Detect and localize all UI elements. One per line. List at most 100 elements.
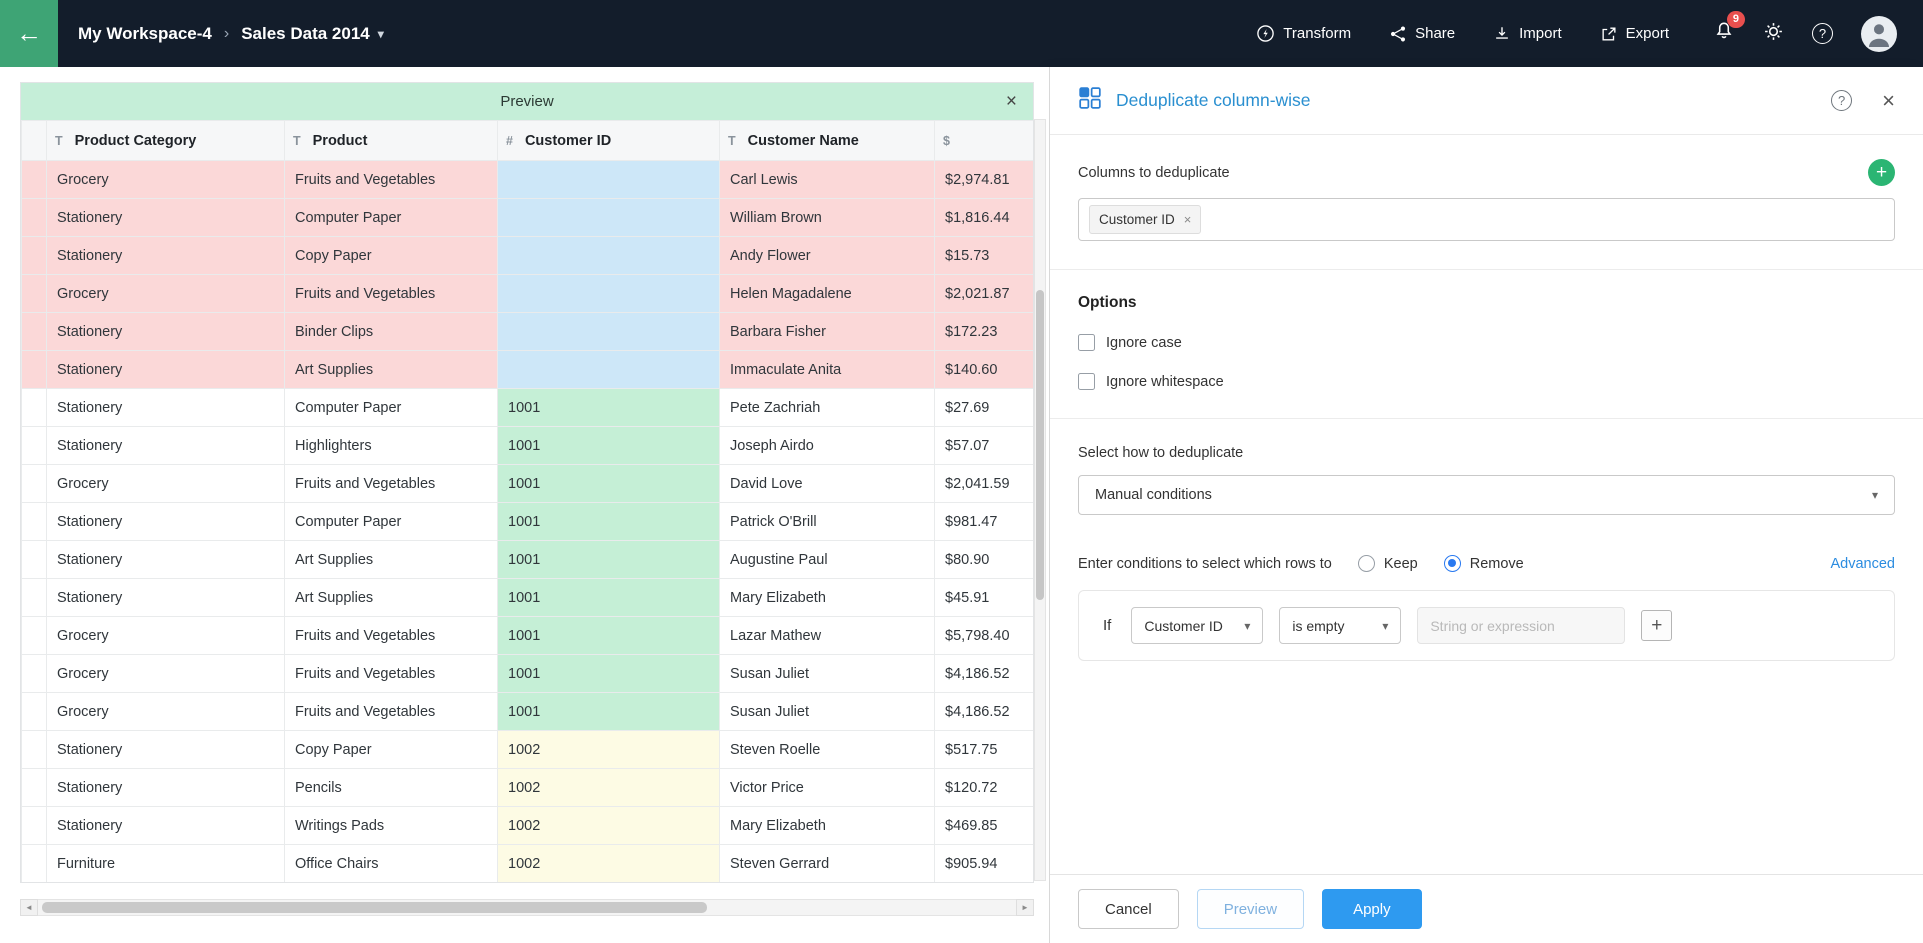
panel-close-button[interactable]: × bbox=[1882, 90, 1895, 112]
cell-amount: $140.60 bbox=[935, 351, 1034, 389]
row-handle bbox=[22, 465, 47, 503]
workspace-name[interactable]: My Workspace-4 bbox=[78, 24, 212, 44]
preview-table-body: GroceryFruits and VegetablesCarl Lewis$2… bbox=[22, 161, 1034, 883]
table-row: GroceryFruits and Vegetables1001Susan Ju… bbox=[22, 655, 1034, 693]
topbar: ← My Workspace-4 › Sales Data 2014 ▾ Tra… bbox=[0, 0, 1923, 67]
export-button[interactable]: Export bbox=[1600, 25, 1669, 43]
vertical-scrollbar[interactable] bbox=[1034, 119, 1046, 881]
column-header-customer-name[interactable]: T Customer Name bbox=[720, 121, 935, 161]
ignore-whitespace-checkbox[interactable]: Ignore whitespace bbox=[1078, 373, 1224, 390]
cell-product: Copy Paper bbox=[285, 731, 498, 769]
back-arrow-icon: ← bbox=[16, 18, 42, 49]
columns-chip-input[interactable]: Customer ID × bbox=[1078, 198, 1895, 241]
condition-operator-select[interactable]: is empty ▾ bbox=[1279, 607, 1401, 644]
keep-radio[interactable]: Keep bbox=[1358, 555, 1418, 572]
cell-product: Office Chairs bbox=[285, 845, 498, 883]
preview-table: TProduct Category TProduct #Customer ID … bbox=[21, 120, 1033, 882]
cell-product-category: Stationery bbox=[47, 731, 285, 769]
radio-icon bbox=[1358, 555, 1375, 572]
row-handle bbox=[22, 541, 47, 579]
add-condition-button[interactable]: + bbox=[1641, 610, 1672, 641]
cell-product-category: Stationery bbox=[47, 351, 285, 389]
condition-value-input[interactable] bbox=[1417, 607, 1625, 644]
cell-customer-id: 1002 bbox=[498, 845, 720, 883]
avatar[interactable] bbox=[1861, 16, 1897, 52]
cell-customer-id: 1002 bbox=[498, 769, 720, 807]
cell-amount: $120.72 bbox=[935, 769, 1034, 807]
horizontal-scroll-track[interactable] bbox=[38, 899, 1016, 916]
column-header-customer-id[interactable]: #Customer ID bbox=[498, 121, 720, 161]
table-row: StationeryArt Supplies1001Augustine Paul… bbox=[22, 541, 1034, 579]
cell-customer-name: Steven Roelle bbox=[720, 731, 935, 769]
cell-product: Art Supplies bbox=[285, 579, 498, 617]
row-handle bbox=[22, 503, 47, 541]
notifications-button[interactable]: 9 bbox=[1713, 20, 1735, 47]
cell-customer-id: 1001 bbox=[498, 503, 720, 541]
cell-customer-name: Augustine Paul bbox=[720, 541, 935, 579]
dataset-name[interactable]: Sales Data 2014 ▾ bbox=[241, 24, 384, 44]
add-column-button[interactable]: + bbox=[1868, 159, 1895, 186]
table-row: StationeryComputer Paper1001Patrick O'Br… bbox=[22, 503, 1034, 541]
preview-close-button[interactable]: × bbox=[1006, 83, 1017, 120]
cell-amount: $1,816.44 bbox=[935, 199, 1034, 237]
cell-customer-name: Pete Zachriah bbox=[720, 389, 935, 427]
chevron-down-icon: ▾ bbox=[1382, 619, 1388, 633]
text-type-icon: T bbox=[728, 134, 736, 148]
column-label: Customer Name bbox=[748, 133, 859, 149]
cell-customer-name: Carl Lewis bbox=[720, 161, 935, 199]
cell-product-category: Stationery bbox=[47, 541, 285, 579]
cell-customer-id: 1002 bbox=[498, 807, 720, 845]
chevron-down-icon: ▾ bbox=[1244, 619, 1250, 633]
panel-header-actions: ? × bbox=[1831, 90, 1895, 112]
condition-column-select[interactable]: Customer ID ▾ bbox=[1131, 607, 1263, 644]
cancel-button[interactable]: Cancel bbox=[1078, 889, 1179, 929]
panel-help-button[interactable]: ? bbox=[1831, 90, 1852, 111]
scroll-left-arrow[interactable]: ◄ bbox=[20, 899, 38, 916]
share-button[interactable]: Share bbox=[1389, 25, 1455, 43]
cell-customer-id: 1001 bbox=[498, 427, 720, 465]
advanced-link[interactable]: Advanced bbox=[1831, 556, 1896, 572]
cell-product: Art Supplies bbox=[285, 541, 498, 579]
cell-amount: $15.73 bbox=[935, 237, 1034, 275]
chip-label: Customer ID bbox=[1099, 212, 1175, 227]
export-icon bbox=[1600, 25, 1618, 43]
settings-button[interactable] bbox=[1763, 21, 1784, 47]
cell-product-category: Stationery bbox=[47, 427, 285, 465]
chevron-down-icon: ▾ bbox=[1872, 488, 1878, 502]
scroll-right-arrow[interactable]: ► bbox=[1016, 899, 1034, 916]
number-type-icon: # bbox=[506, 134, 513, 148]
column-header-product[interactable]: TProduct bbox=[285, 121, 498, 161]
transform-button[interactable]: Transform bbox=[1256, 24, 1351, 43]
import-button[interactable]: Import bbox=[1493, 25, 1562, 43]
cell-amount: $5,798.40 bbox=[935, 617, 1034, 655]
preview-button[interactable]: Preview bbox=[1197, 889, 1304, 929]
checkbox-icon bbox=[1078, 373, 1095, 390]
apply-button[interactable]: Apply bbox=[1322, 889, 1422, 929]
remove-radio[interactable]: Remove bbox=[1444, 555, 1524, 572]
row-handle bbox=[22, 807, 47, 845]
preview-panel-header: Preview × bbox=[21, 83, 1033, 120]
vertical-scroll-thumb[interactable] bbox=[1036, 290, 1044, 600]
checkbox-label: Ignore whitespace bbox=[1106, 374, 1224, 390]
checkbox-label: Ignore case bbox=[1106, 335, 1182, 351]
column-label: Product bbox=[313, 133, 368, 149]
user-icon bbox=[1864, 19, 1894, 52]
cell-amount: $2,021.87 bbox=[935, 275, 1034, 313]
cell-customer-name: Victor Price bbox=[720, 769, 935, 807]
cell-amount: $172.23 bbox=[935, 313, 1034, 351]
ignore-case-checkbox[interactable]: Ignore case bbox=[1078, 334, 1182, 351]
chip-remove-icon[interactable]: × bbox=[1184, 212, 1192, 227]
cell-customer-id: 1001 bbox=[498, 693, 720, 731]
horizontal-scroll-thumb[interactable] bbox=[42, 902, 707, 913]
column-header-amount[interactable]: $ bbox=[935, 121, 1034, 161]
deduplicate-icon bbox=[1078, 86, 1102, 115]
column-header-product-category[interactable]: TProduct Category bbox=[47, 121, 285, 161]
cell-product: Computer Paper bbox=[285, 389, 498, 427]
cell-product: Fruits and Vegetables bbox=[285, 465, 498, 503]
table-row: StationeryWritings Pads1002Mary Elizabet… bbox=[22, 807, 1034, 845]
row-handle bbox=[22, 351, 47, 389]
dedupe-method-select[interactable]: Manual conditions ▾ bbox=[1078, 475, 1895, 515]
back-button[interactable]: ← bbox=[0, 0, 58, 67]
help-button[interactable]: ? bbox=[1812, 23, 1833, 44]
row-handle-header bbox=[22, 121, 47, 161]
